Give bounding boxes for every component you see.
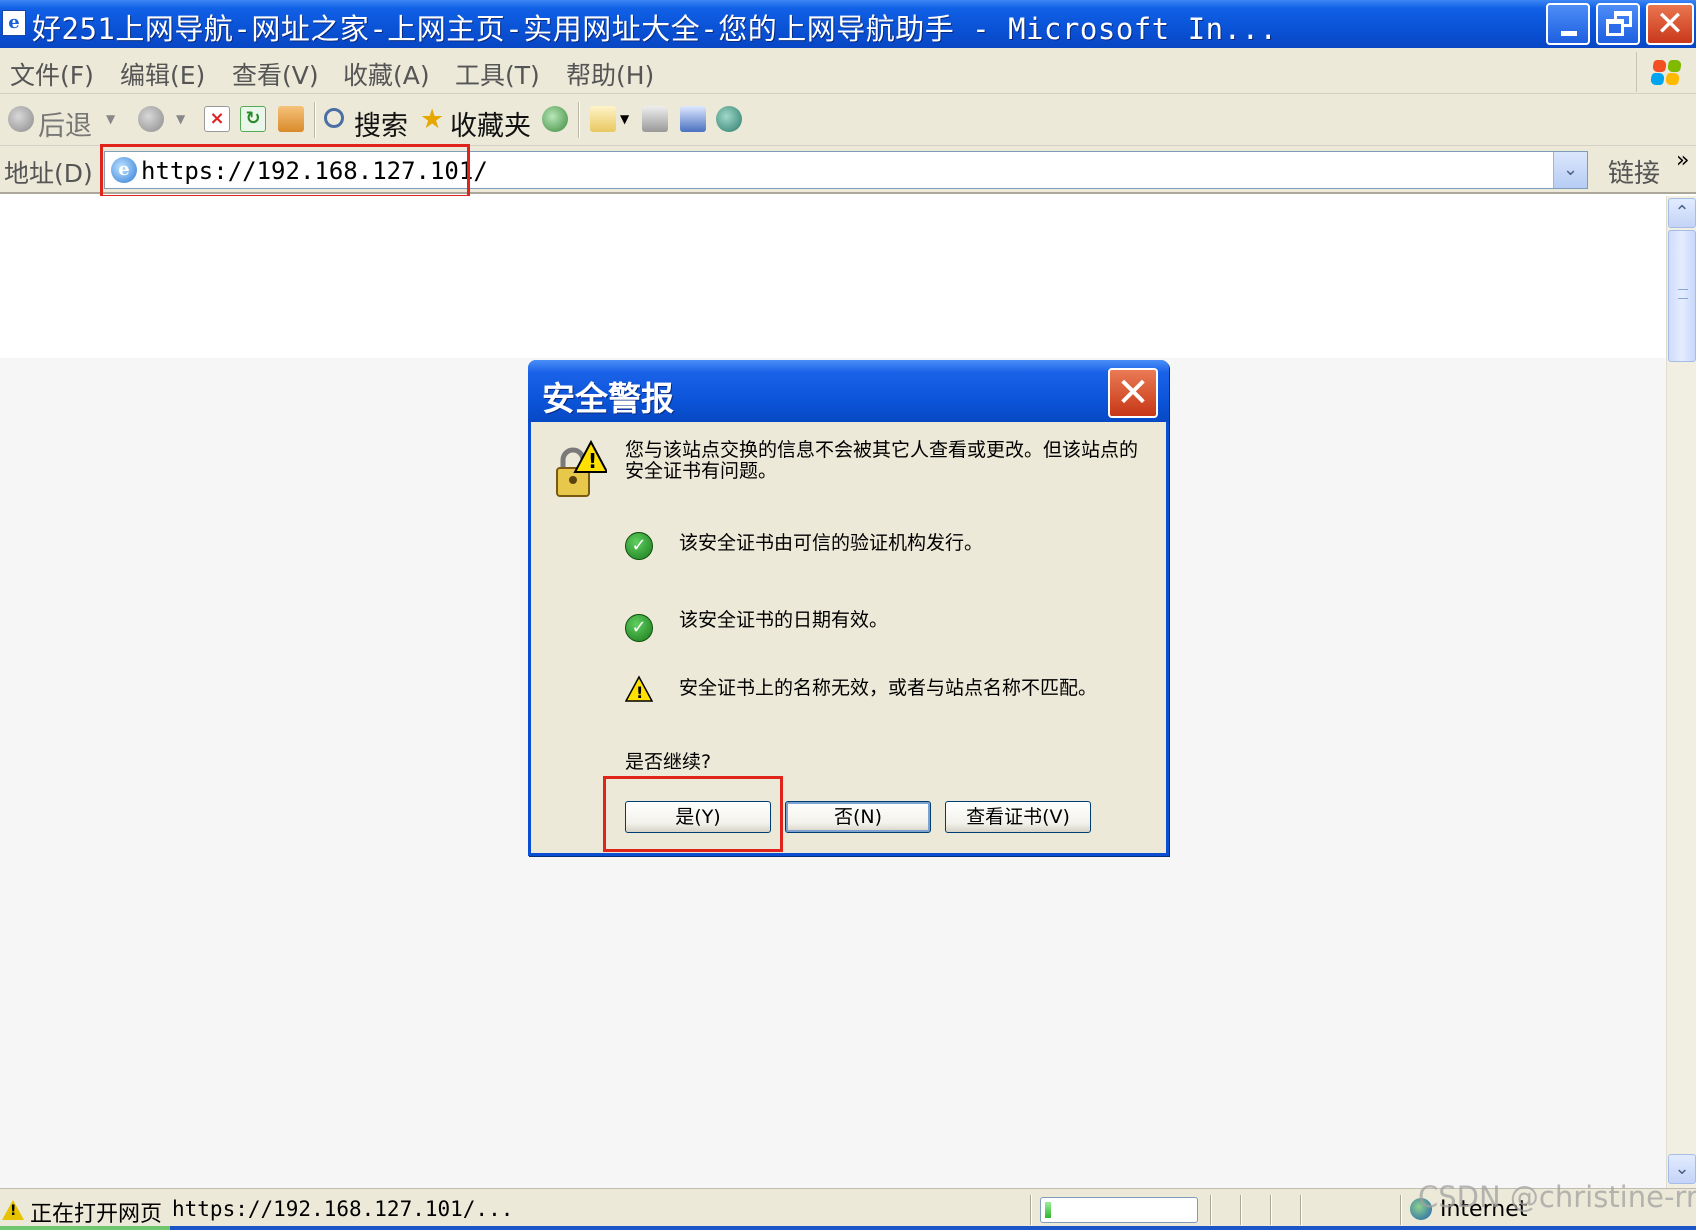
menu-favorites[interactable]: 收藏(A) <box>343 56 430 92</box>
cert-issuer-text: 该安全证书由可信的验证机构发行。 <box>679 532 984 554</box>
status-separator <box>1400 1195 1402 1225</box>
back-button-label[interactable]: 后退 <box>38 104 92 143</box>
status-warning-icon: ! <box>2 1200 24 1220</box>
edit-icon[interactable] <box>680 106 706 132</box>
menu-tools[interactable]: 工具(T) <box>455 56 540 92</box>
dialog-close-button[interactable]: ✕ <box>1108 368 1158 418</box>
home-icon[interactable] <box>278 106 304 132</box>
search-icon[interactable] <box>324 108 344 128</box>
ie-page-icon: e <box>2 10 26 36</box>
history-icon[interactable] <box>542 106 568 132</box>
scroll-grip-icon <box>1678 289 1688 299</box>
scroll-thumb[interactable] <box>1668 230 1696 362</box>
cert-date-text: 该安全证书的日期有效。 <box>679 609 889 631</box>
forward-dropdown-icon[interactable]: ▼ <box>176 112 185 126</box>
dialog-title-bar: 安全警报 ✕ <box>528 360 1169 422</box>
mail-icon[interactable] <box>590 106 616 132</box>
links-more-icon[interactable]: » <box>1676 148 1689 173</box>
progress-fill <box>1045 1202 1051 1218</box>
menu-file[interactable]: 文件(F) <box>10 56 94 92</box>
taskbar-edge <box>0 1226 1696 1230</box>
dialog-message: 您与该站点交换的信息不会被其它人查看或更改。但该站点的安全证书有问题。 <box>625 439 1139 482</box>
stop-icon[interactable]: × <box>204 106 230 132</box>
url-highlight-box <box>100 144 470 198</box>
check-icon: ✓ <box>625 532 653 560</box>
window-title: 好251上网导航-网址之家-上网主页-实用网址大全-您的上网导航助手 - Mic… <box>32 12 1278 46</box>
dialog-title: 安全警报 <box>542 379 674 418</box>
search-button-label[interactable]: 搜索 <box>354 104 408 143</box>
print-icon[interactable] <box>642 106 668 132</box>
favorites-button-label[interactable]: 收藏夹 <box>450 104 531 143</box>
links-label[interactable]: 链接 <box>1608 153 1660 190</box>
scroll-up-icon[interactable]: ⌃ <box>1668 198 1696 228</box>
refresh-icon[interactable]: ↻ <box>240 106 266 132</box>
status-url: https://192.168.127.101/... <box>172 1197 514 1221</box>
yes-highlight-box <box>603 776 783 852</box>
view-certificate-button[interactable]: 查看证书(V) <box>945 801 1091 833</box>
back-dropdown-icon[interactable]: ▼ <box>106 112 115 126</box>
messenger-icon[interactable] <box>716 106 742 132</box>
minimize-button[interactable] <box>1546 3 1590 45</box>
standard-toolbar: 后退 ▼ ▼ × ↻ 搜索 ★ 收藏夹 ▼ <box>0 94 1696 146</box>
no-button[interactable]: 否(N) <box>785 801 931 833</box>
vertical-scrollbar[interactable]: ⌃ ⌄ <box>1666 196 1696 1188</box>
status-separator <box>1030 1195 1032 1225</box>
status-separator <box>1300 1195 1302 1225</box>
padlock-warning-icon: ! <box>556 440 607 497</box>
favorites-star-icon[interactable]: ★ <box>420 104 444 135</box>
menu-edit[interactable]: 编辑(E) <box>120 56 205 92</box>
restore-icon-front <box>1606 19 1624 36</box>
loading-progress-bar <box>1040 1197 1198 1223</box>
title-bar: e 好251上网导航-网址之家-上网主页-实用网址大全-您的上网导航助手 - M… <box>0 0 1696 48</box>
toolbar-separator <box>578 102 580 138</box>
address-label: 地址(D) <box>4 159 93 188</box>
menu-view[interactable]: 查看(V) <box>232 56 319 92</box>
menu-bar: 文件(F) 编辑(E) 查看(V) 收藏(A) 工具(T) 帮助(H) <box>0 48 1696 94</box>
svg-text:!: ! <box>588 449 597 473</box>
menu-help[interactable]: 帮助(H) <box>566 56 654 92</box>
status-separator <box>1240 1195 1242 1225</box>
mail-dropdown-icon[interactable]: ▼ <box>620 112 629 126</box>
watermark: CSDN @christine-rr <box>1418 1180 1696 1214</box>
page-content-top <box>0 196 1666 358</box>
forward-arrow-icon[interactable] <box>138 106 164 132</box>
check-icon: ✓ <box>625 614 653 642</box>
svg-text:!: ! <box>636 683 643 702</box>
minimize-icon <box>1561 31 1577 36</box>
close-window-button[interactable]: ✕ <box>1646 3 1694 45</box>
address-dropdown-icon[interactable]: ⌄ <box>1553 152 1587 188</box>
status-separator <box>1210 1195 1212 1225</box>
status-text: 正在打开网页 <box>30 1202 163 1227</box>
back-arrow-icon[interactable] <box>8 106 34 132</box>
cert-name-warning-text: 安全证书上的名称无效，或者与站点名称不匹配。 <box>679 677 1098 699</box>
status-separator <box>1270 1195 1272 1225</box>
windows-logo-icon <box>1636 52 1694 92</box>
restore-button[interactable] <box>1596 3 1640 45</box>
toolbar-separator <box>314 102 316 138</box>
continue-question: 是否继续? <box>625 751 712 773</box>
warning-icon: ! <box>625 675 653 702</box>
close-icon: ✕ <box>1655 4 1685 44</box>
